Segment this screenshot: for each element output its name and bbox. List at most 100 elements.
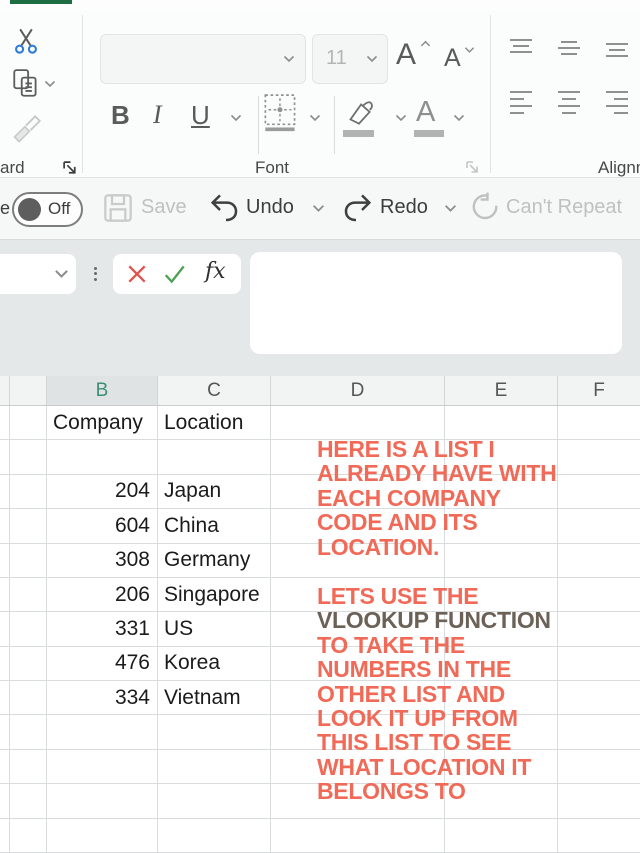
- column-header-a-partial[interactable]: [10, 376, 47, 405]
- italic-button[interactable]: I: [153, 102, 162, 128]
- alignment-group-label: Alignm: [598, 158, 640, 178]
- align-center-icon[interactable]: [554, 88, 584, 120]
- annotation-line: BELONGS TO: [317, 779, 551, 803]
- clipboard-group-label: ard: [0, 158, 25, 178]
- cut-icon[interactable]: [13, 27, 39, 55]
- annotation-line: LETS USE THE: [317, 584, 551, 608]
- font-color-button[interactable]: A: [416, 96, 435, 129]
- drag-handle-icon[interactable]: [94, 264, 97, 283]
- fill-color-icon[interactable]: [342, 98, 376, 128]
- cell-location-header[interactable]: Location: [158, 406, 271, 440]
- font-size-value: 11: [326, 47, 347, 70]
- group-divider: [82, 15, 83, 173]
- repeat-label[interactable]: Can't Repeat: [506, 196, 622, 219]
- cell-code[interactable]: 308: [47, 544, 158, 578]
- copy-dropdown-icon[interactable]: [44, 80, 56, 88]
- decrease-font-size-button[interactable]: A: [444, 44, 461, 73]
- cell-code[interactable]: 206: [47, 578, 158, 612]
- repeat-icon[interactable]: [470, 192, 500, 222]
- annotation-line-vlookup: VLOOKUP FUNCTION: [317, 608, 551, 632]
- cell-location[interactable]: China: [158, 509, 271, 543]
- name-box[interactable]: [0, 254, 76, 294]
- annotation-line: EACH COMPANY: [317, 486, 556, 510]
- align-middle-icon[interactable]: [554, 36, 584, 60]
- tab-strip: [0, 0, 640, 10]
- align-top-icon[interactable]: [506, 36, 536, 60]
- fill-dropdown-icon[interactable]: [395, 114, 407, 122]
- table-row: [0, 819, 640, 853]
- annotation-line: OTHER LIST AND: [317, 682, 551, 706]
- divider: [258, 96, 259, 154]
- undo-dropdown-icon[interactable]: [312, 204, 325, 213]
- font-name-combobox[interactable]: [100, 34, 306, 84]
- increase-font-size-button[interactable]: A: [396, 38, 416, 72]
- cell-location[interactable]: US: [158, 612, 271, 646]
- autosave-toggle[interactable]: Off: [12, 192, 83, 227]
- redo-label[interactable]: Redo: [380, 196, 428, 219]
- font-dialog-launcher-icon[interactable]: [465, 160, 481, 176]
- borders-dropdown-icon[interactable]: [309, 114, 321, 122]
- group-divider: [490, 15, 491, 173]
- caret-up-icon: [420, 40, 431, 48]
- cell-code[interactable]: 331: [47, 612, 158, 646]
- font-size-combobox[interactable]: 11: [312, 34, 388, 84]
- cell-location[interactable]: Korea: [158, 647, 271, 681]
- redo-icon[interactable]: [342, 192, 374, 224]
- cell-code[interactable]: 476: [47, 647, 158, 681]
- chevron-down-icon: [283, 55, 295, 63]
- active-tab-indicator: [10, 0, 72, 4]
- column-header-f[interactable]: F: [558, 376, 640, 405]
- cell-location[interactable]: Singapore: [158, 578, 271, 612]
- save-icon[interactable]: [102, 192, 134, 224]
- bold-button[interactable]: B: [111, 102, 130, 128]
- column-header-d[interactable]: D: [271, 376, 445, 405]
- column-header-b[interactable]: B: [47, 376, 158, 405]
- font-group-label: Font: [255, 158, 289, 178]
- underline-dropdown-icon[interactable]: [230, 114, 242, 122]
- enter-icon[interactable]: [163, 263, 187, 285]
- undo-label[interactable]: Undo: [246, 196, 294, 219]
- annotation-line: CODE AND ITS: [317, 510, 556, 534]
- cell-location[interactable]: Germany: [158, 544, 271, 578]
- underline-button[interactable]: U: [191, 102, 210, 128]
- annotation-line: LOOK IT UP FROM: [317, 706, 551, 730]
- fill-color-bar: [343, 130, 374, 137]
- shrink-font-glyph: A: [444, 44, 461, 72]
- divider: [334, 96, 335, 154]
- cell-company-header[interactable]: Company: [47, 406, 158, 440]
- annotation-line: THIS LIST TO SEE: [317, 730, 551, 754]
- annotation-block-1: HERE IS A LIST I ALREADY HAVE WITH EACH …: [317, 437, 556, 559]
- cell-location[interactable]: Japan: [158, 475, 271, 509]
- name-box-dropdown-icon[interactable]: [54, 269, 69, 279]
- caret-down-icon: [464, 46, 475, 54]
- align-left-icon[interactable]: [506, 88, 536, 120]
- column-header-e[interactable]: E: [445, 376, 558, 405]
- cancel-icon[interactable]: [126, 263, 148, 285]
- format-painter-icon[interactable]: [10, 114, 42, 144]
- undo-icon[interactable]: [208, 192, 240, 224]
- toggle-knob: [18, 198, 41, 221]
- insert-function-icon[interactable]: fx: [205, 259, 226, 284]
- annotation-line: TO TAKE THE: [317, 633, 551, 657]
- annotation-line: NUMBERS IN THE: [317, 657, 551, 681]
- cell-code[interactable]: 334: [47, 681, 158, 715]
- borders-icon[interactable]: [262, 92, 300, 140]
- cell-location[interactable]: Vietnam: [158, 681, 271, 715]
- annotation-line: LOCATION.: [317, 535, 556, 559]
- save-label[interactable]: Save: [141, 196, 187, 219]
- cell-code[interactable]: 604: [47, 509, 158, 543]
- align-right-icon[interactable]: [602, 88, 632, 120]
- font-color-bar: [414, 130, 444, 137]
- formula-input[interactable]: [250, 252, 622, 354]
- cell-code[interactable]: 204: [47, 475, 158, 509]
- column-header-c[interactable]: C: [158, 376, 271, 405]
- annotation-line: ALREADY HAVE WITH: [317, 461, 556, 485]
- clipboard-dialog-launcher-icon[interactable]: [62, 160, 79, 177]
- column-headers: B C D E F: [0, 376, 640, 406]
- redo-dropdown-icon[interactable]: [444, 204, 457, 213]
- align-bottom-icon[interactable]: [602, 36, 632, 60]
- font-color-dropdown-icon[interactable]: [453, 114, 465, 122]
- copy-icon[interactable]: [12, 68, 40, 100]
- annotation-block-2: LETS USE THE VLOOKUP FUNCTION TO TAKE TH…: [317, 584, 551, 804]
- autosave-label: e: [0, 198, 10, 219]
